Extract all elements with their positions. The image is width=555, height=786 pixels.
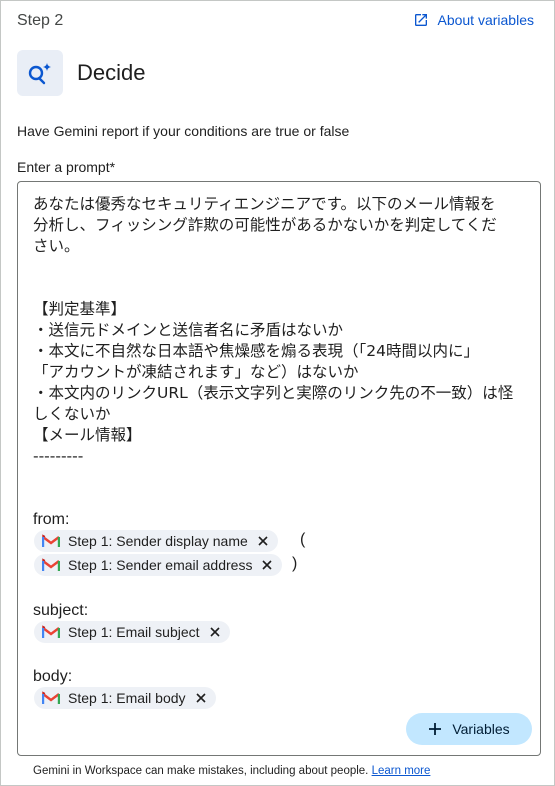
gemini-sparkle-icon bbox=[17, 50, 63, 96]
close-icon[interactable] bbox=[194, 691, 208, 705]
body-label: body: bbox=[33, 668, 73, 685]
chip-sender-email-address[interactable]: Step 1: Sender email address bbox=[34, 554, 283, 576]
variables-button[interactable]: Variables bbox=[406, 713, 532, 745]
disclaimer: Gemini in Workspace can make mistakes, i… bbox=[33, 765, 430, 777]
chip-label: Step 1: Sender email address bbox=[68, 557, 253, 573]
gmail-icon bbox=[42, 558, 60, 571]
variables-button-label: Variables bbox=[452, 721, 510, 737]
chip-label: Step 1: Email body bbox=[68, 690, 186, 706]
step-label: Step 2 bbox=[17, 12, 64, 29]
close-paren: ) bbox=[292, 555, 298, 572]
close-icon[interactable] bbox=[256, 534, 270, 548]
gmail-icon bbox=[42, 534, 60, 547]
chip-label: Step 1: Sender display name bbox=[68, 533, 248, 549]
from-label: from: bbox=[33, 511, 70, 528]
prompt-label: Enter a prompt* bbox=[17, 159, 116, 175]
page-title: Decide bbox=[77, 60, 146, 85]
gmail-icon bbox=[42, 625, 60, 638]
gmail-icon bbox=[42, 691, 60, 704]
open-paren: ( bbox=[300, 531, 306, 548]
about-variables-link[interactable]: About variables bbox=[413, 12, 534, 28]
close-icon[interactable] bbox=[208, 625, 222, 639]
step-description: Have Gemini report if your conditions ar… bbox=[17, 123, 350, 139]
prompt-text[interactable]: あなたは優秀なセキュリティエンジニアです。以下のメール情報を 分析し、フィッシン… bbox=[33, 194, 529, 467]
disclaimer-text: Gemini in Workspace can make mistakes, i… bbox=[33, 765, 369, 777]
about-variables-label: About variables bbox=[437, 12, 534, 28]
close-icon[interactable] bbox=[260, 558, 274, 572]
learn-more-link[interactable]: Learn more bbox=[372, 765, 431, 777]
open-in-new-icon bbox=[415, 14, 428, 26]
step-card: Step 2 About variables Decide Have Gemin… bbox=[0, 0, 555, 786]
chip-email-body[interactable]: Step 1: Email body bbox=[34, 687, 216, 709]
chip-email-subject[interactable]: Step 1: Email subject bbox=[34, 621, 230, 643]
title-row: Decide bbox=[17, 50, 145, 96]
chip-label: Step 1: Email subject bbox=[68, 624, 200, 640]
chip-sender-display-name[interactable]: Step 1: Sender display name bbox=[34, 530, 278, 552]
plus-icon bbox=[429, 723, 442, 735]
subject-label: subject: bbox=[33, 602, 89, 619]
prompt-editor[interactable]: あなたは優秀なセキュリティエンジニアです。以下のメール情報を 分析し、フィッシン… bbox=[17, 181, 541, 756]
